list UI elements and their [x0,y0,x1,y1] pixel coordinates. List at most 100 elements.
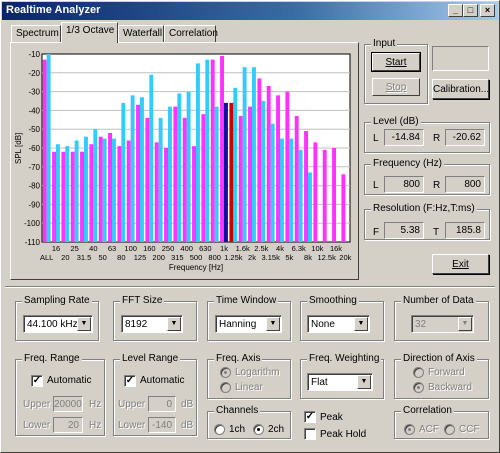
bar-series-2 [74,140,79,242]
bar-series-2 [242,67,247,242]
x-tick-label: 800 [208,253,221,262]
x-tick-label: 20 [61,253,69,262]
channels-2ch-radio[interactable] [253,424,264,435]
tab-correlation[interactable]: Correlation [164,25,218,42]
y-tick-label: -40 [28,106,40,115]
number-of-data-select[interactable]: 32 ▼ [411,315,474,333]
y-axis-label: SPL [dB] [14,133,23,164]
y-tick-label: -50 [28,125,40,134]
y-tick-label: -70 [28,163,40,172]
tab-spectrum[interactable]: Spectrum [11,25,61,42]
sampling-rate-select[interactable]: 44.100 kHz ▼ [23,315,93,333]
level-range-auto-checkbox[interactable]: ✓ [124,375,136,387]
spectrum-chart: -10 -20 -30 -40 -50 -60 -70 -80 -90 -100 -110 16 25… [12,44,357,276]
analyzer-window: Realtime Analyzer _ □ × Spectrum 1/3 Oct… [0,0,500,453]
close-button[interactable]: × [480,4,495,17]
bar-series-2 [205,59,210,242]
direction-forward-radio[interactable] [413,367,424,378]
peak-label: Peak [320,412,343,423]
freq-axis-group: Freq. Axis [207,353,291,399]
bar-series-1 [136,104,140,242]
x-tick-label: 2k [248,253,256,262]
tab-third-octave[interactable]: 1/3 Octave [61,22,118,43]
freq-lower-input[interactable]: 20 [53,417,83,433]
chevron-down-icon[interactable]: ▼ [266,317,280,331]
correlation-label: Correlation [401,405,454,416]
y-tick-label: -60 [28,144,40,153]
freq-axis-log-radio[interactable] [220,367,231,378]
level-upper-input[interactable]: 0 [148,396,176,412]
x-tick-label: 5k [285,253,293,262]
time-window-label: Time Window [214,295,279,306]
x-tick-label: 16k [330,244,342,253]
x-tick-label: 2.5k [254,244,268,253]
correlation-acf-radio[interactable] [404,424,415,435]
resolution-f-value: 5.38 [384,222,424,239]
chevron-down-icon[interactable]: ▼ [77,317,91,331]
y-tick-label: -10 [28,50,40,59]
stop-button-label: Stop [385,82,407,93]
bar-series-2 [130,95,135,242]
chevron-down-icon[interactable]: ▼ [458,317,472,331]
chevron-down-icon[interactable]: ▼ [354,317,368,331]
time-window-select[interactable]: Hanning ▼ [215,315,282,333]
peak-checkbox[interactable]: ✓ [304,411,316,423]
correlation-ccf-radio[interactable] [444,424,455,435]
freq-range-auto-label: Automatic [47,375,92,386]
freq-upper-input[interactable]: 20000 [53,396,83,412]
y-tick-label: -100 [24,219,41,228]
maximize-button[interactable]: □ [463,4,478,17]
level-group-label: Level (dB) [371,116,421,127]
peak-hold-label: Peak Hold [320,429,367,440]
level-lower-input[interactable]: -140 [148,417,176,433]
bar-series-2 [298,149,303,242]
bar-series-1 [42,59,47,242]
tab-waterfall[interactable]: Waterfall [118,25,164,42]
minimize-button[interactable]: _ [448,4,463,17]
x-tick-label: 1.6k [236,244,250,253]
stop-button[interactable]: Stop [372,78,420,96]
x-tick-label: 630 [199,244,212,253]
x-tick-label: 400 [180,244,193,253]
bar-series-1 [145,117,150,242]
freq-range-auto-checkbox[interactable]: ✓ [31,375,43,387]
exit-button[interactable]: Exit [432,254,489,274]
bar-series-1 [80,151,84,242]
level-r-label: R [433,133,441,144]
x-tick-label: 500 [190,253,203,262]
bar-series-2 [112,138,116,242]
freq-weighting-select[interactable]: Flat ▼ [307,373,373,391]
bar-series-1 [154,142,159,242]
fft-size-select[interactable]: 8192 ▼ [121,315,183,333]
bar-series-1 [192,146,196,242]
smoothing-value: None [311,319,335,330]
channels-1ch-radio[interactable] [214,424,225,435]
calibration-button[interactable]: Calibration... [432,79,489,99]
peak-hold-checkbox[interactable] [304,428,316,440]
bar-series-1 [126,140,131,242]
frequency-l-value: 800 [384,176,424,193]
fft-size-value: 8192 [125,319,148,330]
window-title: Realtime Analyzer [6,4,101,16]
bar-series-1 [70,151,75,242]
freq-axis-linear-radio[interactable] [220,382,231,393]
input-group-label: Input [371,38,398,49]
start-button[interactable]: Start [371,52,421,72]
bar-series-2 [121,102,126,242]
level-upper-label: Upper [118,399,146,410]
bar-series-1 [276,95,280,242]
freq-lower-unit: Hz [89,420,102,431]
bar-series-1 [164,148,168,242]
chevron-down-icon[interactable]: ▼ [357,375,371,389]
freq-axis-log-label: Logarithm [235,367,280,378]
bar-series-1 [52,151,56,242]
direction-backward-radio[interactable] [413,382,424,393]
chevron-down-icon[interactable]: ▼ [167,317,181,331]
bar-series-2 [224,102,228,242]
level-lower-label: Lower [118,420,146,431]
bar-series-1 [229,102,234,242]
bar-series-2 [65,146,70,242]
bar-series-1 [220,55,224,242]
bar-series-1 [61,151,66,242]
smoothing-select[interactable]: None ▼ [307,315,370,333]
